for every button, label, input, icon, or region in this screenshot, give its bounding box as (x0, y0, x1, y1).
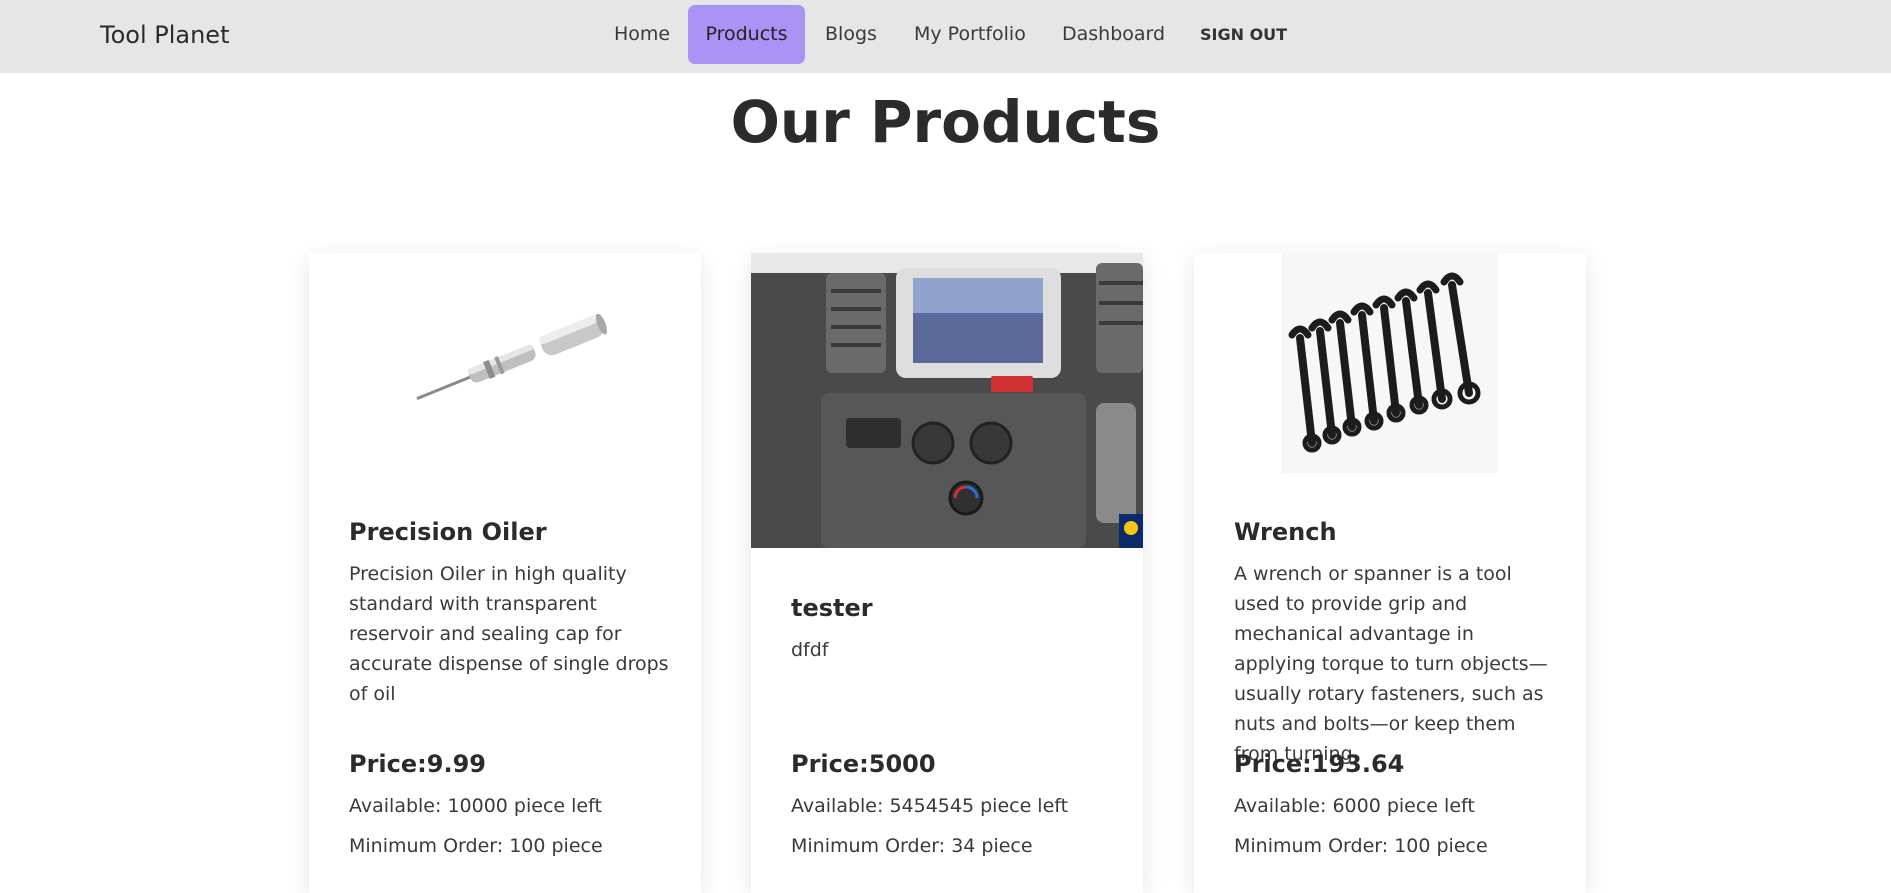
product-price: Price:193.64 (1234, 750, 1405, 778)
product-name: Wrench (1234, 518, 1337, 546)
product-availability: Available: 5454545 piece left (791, 795, 1069, 817)
nav-dashboard[interactable]: Dashboard (1062, 5, 1165, 64)
product-min-order: Minimum Order: 100 piece (349, 835, 603, 857)
nav-blogs[interactable]: Blogs (825, 5, 877, 64)
page-title: Our Products (730, 88, 1161, 156)
product-min-order: Minimum Order: 100 piece (1234, 835, 1488, 857)
brand-logo[interactable]: Tool Planet (100, 21, 229, 49)
product-name: tester (791, 594, 873, 622)
product-card: Wrench A wrench or spanner is a tool use… (1194, 253, 1586, 893)
product-price: Price:5000 (791, 750, 936, 778)
precision-oiler-image (416, 313, 607, 400)
product-price: Price:9.99 (349, 750, 486, 778)
nav-home[interactable]: Home (614, 5, 670, 64)
product-availability: Available: 6000 piece left (1234, 795, 1475, 817)
product-name: Precision Oiler (349, 518, 547, 546)
product-description: Precision Oiler in high quality standard… (349, 563, 669, 705)
product-availability: Available: 10000 piece left (349, 795, 602, 817)
nav-portfolio[interactable]: My Portfolio (914, 5, 1026, 64)
nav-products[interactable]: Products (688, 5, 805, 64)
product-image (309, 253, 701, 548)
product-card: Precision Oiler Precision Oiler in high … (309, 253, 701, 893)
product-image (1194, 253, 1586, 548)
car-dashboard-photo (751, 253, 1143, 548)
wrench-set-image (1282, 253, 1498, 473)
product-card: tester dfdf Price:5000 Available: 545454… (751, 253, 1143, 893)
sign-out-button[interactable]: SIGN OUT (1200, 5, 1287, 64)
product-image (751, 253, 1143, 548)
product-description: A wrench or spanner is a tool used to pr… (1234, 563, 1548, 765)
product-description: dfdf (791, 639, 829, 661)
top-navbar: Tool Planet Home Products Blogs My Portf… (0, 0, 1891, 73)
product-min-order: Minimum Order: 34 piece (791, 835, 1033, 857)
